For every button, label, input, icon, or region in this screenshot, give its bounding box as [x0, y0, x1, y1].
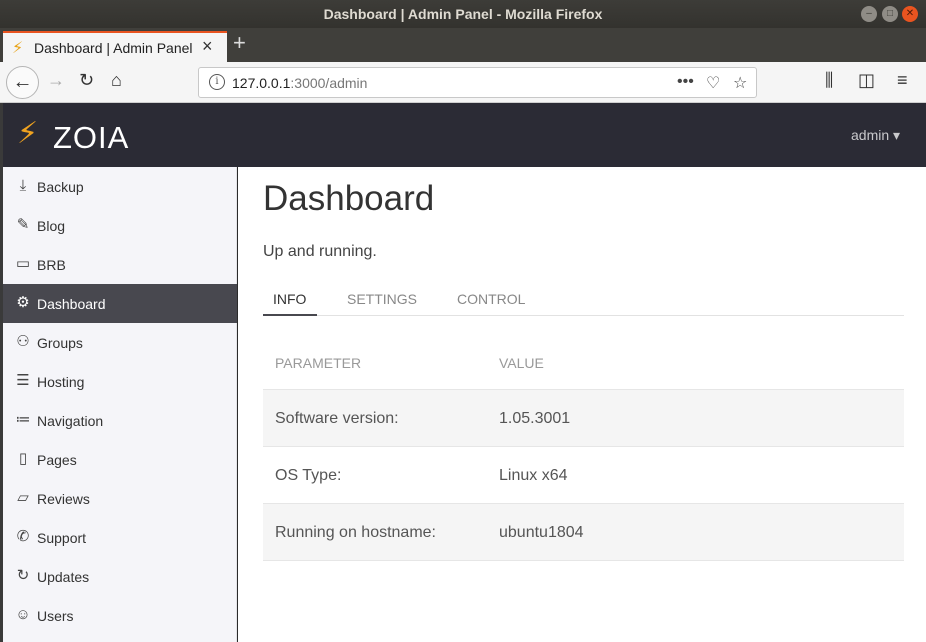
tab-control[interactable]: CONTROL [447, 281, 535, 316]
table-header-row: PARAMETER VALUE [263, 333, 904, 390]
backup-icon: ⤓ [19, 177, 27, 194]
table-cell-value: 1.05.3001 [499, 410, 571, 427]
sidebar-item-label: Navigation [37, 413, 104, 429]
library-icon[interactable]: ⫼ [825, 70, 833, 91]
forward-icon[interactable]: → [47, 70, 65, 91]
tab-settings[interactable]: SETTINGS [337, 281, 427, 316]
sidebar-item-label: Updates [37, 569, 90, 585]
back-icon[interactable]: ← [6, 66, 39, 99]
close-window-icon[interactable]: ✕ [902, 6, 918, 22]
sidebar: ⤓ Backup ✎ Blog ▭ BRB ⚙ Dashboard ⚇ Grou… [3, 167, 237, 642]
tab-strip: ⚡ Dashboard | Admin Panel × + [0, 28, 926, 62]
sidebar-item-label: Support [37, 530, 87, 546]
main-content: Dashboard Up and running. INFO SETTINGS … [238, 167, 926, 642]
sidebar-item-label: Groups [37, 335, 83, 351]
tab-bar: INFO SETTINGS CONTROL [263, 281, 904, 316]
pencil-icon: ✎ [16, 216, 30, 233]
url-bar[interactable]: i 127.0.0.1:3000/admin ••• ♡ ☆ [198, 67, 757, 98]
bookmark-star-icon[interactable]: ☆ [733, 73, 747, 93]
table-cell-parameter: Software version: [275, 410, 399, 427]
sidebar-icon[interactable]: ◫ [858, 70, 875, 91]
sidebar-item-label: Backup [37, 179, 84, 195]
sidebar-item-label: Pages [37, 452, 77, 468]
browser-navbar: ← → ↻ ⌂ i 127.0.0.1:3000/admin ••• ♡ ☆ ⫼… [0, 62, 926, 103]
favicon-bolt-icon: ⚡ [12, 40, 24, 57]
home-icon[interactable]: ⌂ [111, 70, 122, 91]
window-titlebar: Dashboard | Admin Panel - Mozilla Firefo… [0, 0, 926, 28]
card-icon: ▭ [15, 255, 31, 272]
page-actions-icon[interactable]: ••• [677, 73, 694, 91]
column-header-parameter: PARAMETER [275, 355, 362, 371]
menu-icon[interactable]: ≡ [897, 70, 908, 91]
comment-icon: ▱ [17, 489, 29, 506]
sidebar-item-users[interactable]: ☺ Users [3, 596, 237, 635]
page-icon: ▯ [18, 450, 28, 467]
maximize-icon[interactable]: □ [882, 6, 898, 22]
sidebar-item-label: Hosting [37, 374, 85, 390]
sidebar-item-hosting[interactable]: ☰ Hosting [3, 362, 237, 401]
url-path: :3000/admin [290, 75, 368, 91]
url-text[interactable]: 127.0.0.1:3000/admin [232, 75, 367, 91]
logo-bolt-icon: ⚡ [17, 117, 39, 150]
sidebar-item-label: Reviews [37, 491, 90, 507]
sidebar-item-brb[interactable]: ▭ BRB [3, 245, 237, 284]
table-row: OS Type: Linux x64 [263, 447, 904, 504]
server-icon: ☰ [16, 372, 30, 389]
close-tab-icon[interactable]: × [202, 36, 213, 57]
tab-info[interactable]: INFO [263, 281, 317, 316]
sidebar-item-support[interactable]: ✆ Support [3, 518, 237, 557]
table-row: Running on hostname: ubuntu1804 [263, 504, 904, 561]
list-icon: ≔ [15, 411, 31, 428]
sidebar-item-dashboard[interactable]: ⚙ Dashboard [3, 284, 237, 323]
browser-tab[interactable]: ⚡ Dashboard | Admin Panel × [3, 31, 227, 62]
user-menu[interactable]: admin ▾ [851, 127, 900, 144]
sidebar-item-backup[interactable]: ⤓ Backup [3, 167, 237, 206]
window-title: Dashboard | Admin Panel - Mozilla Firefo… [323, 6, 603, 22]
users-icon: ⚇ [16, 333, 30, 350]
browser-tab-label: Dashboard | Admin Panel [34, 40, 193, 56]
page-subtitle: Up and running. [263, 243, 377, 260]
sidebar-item-updates[interactable]: ↻ Updates [3, 557, 237, 596]
table-cell-value: ubuntu1804 [499, 524, 584, 541]
sidebar-item-pages[interactable]: ▯ Pages [3, 440, 237, 479]
logo-text[interactable]: ZOIA [53, 120, 129, 156]
sidebar-item-navigation[interactable]: ≔ Navigation [3, 401, 237, 440]
info-icon[interactable]: i [209, 74, 225, 90]
sidebar-item-groups[interactable]: ⚇ Groups [3, 323, 237, 362]
table-cell-parameter: OS Type: [275, 467, 342, 484]
sidebar-item-blog[interactable]: ✎ Blog [3, 206, 237, 245]
pocket-icon[interactable]: ♡ [706, 73, 720, 93]
refresh-icon: ↻ [16, 567, 30, 584]
app-header: ⚡ ZOIA admin ▾ [3, 103, 926, 167]
sidebar-item-label: Blog [37, 218, 66, 234]
phone-icon: ✆ [16, 528, 30, 545]
table-cell-value: Linux x64 [499, 467, 568, 484]
table-cell-parameter: Running on hostname: [275, 524, 436, 541]
gear-icon: ⚙ [16, 294, 30, 311]
new-tab-icon[interactable]: + [233, 30, 246, 56]
page-title: Dashboard [263, 179, 435, 218]
table-row: Software version: 1.05.3001 [263, 390, 904, 447]
sidebar-item-label: Dashboard [37, 296, 106, 312]
minimize-icon[interactable]: – [861, 6, 877, 22]
reload-icon[interactable]: ↻ [79, 70, 94, 91]
column-header-value: VALUE [499, 355, 544, 371]
sidebar-item-label: BRB [37, 257, 66, 273]
user-icon: ☺ [15, 606, 31, 623]
sidebar-item-reviews[interactable]: ▱ Reviews [3, 479, 237, 518]
sidebar-item-label: Users [37, 608, 74, 624]
url-host: 127.0.0.1 [232, 75, 291, 91]
info-table: PARAMETER VALUE Software version: 1.05.3… [263, 333, 904, 561]
